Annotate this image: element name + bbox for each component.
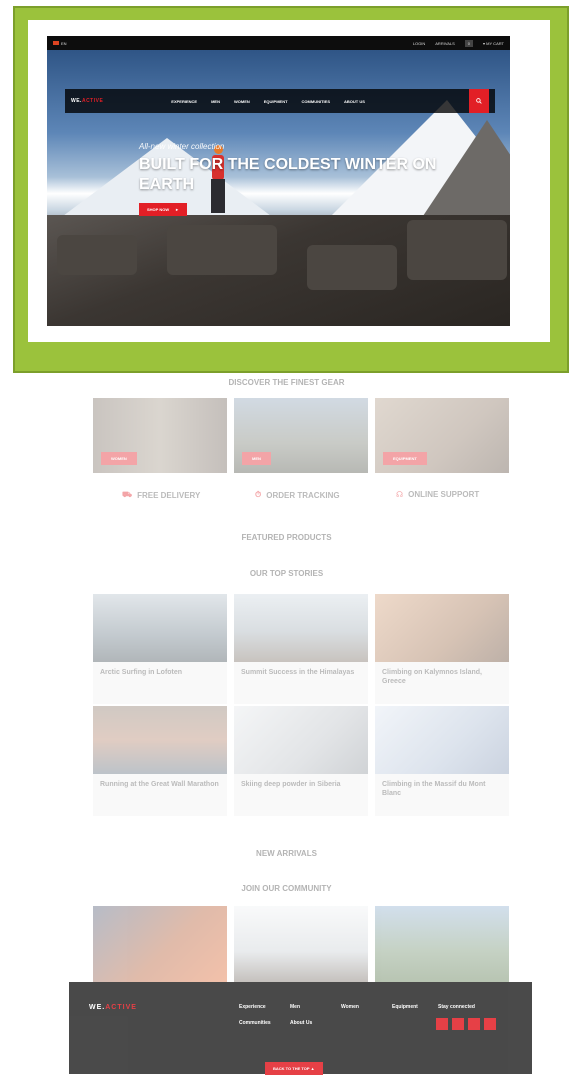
hero-banner: WE.ACTIVE EXPERIENCE MEN WOMEN EQUIPMENT… xyxy=(47,50,510,326)
language-selector[interactable]: EN xyxy=(53,41,67,46)
community-card[interactable] xyxy=(93,906,227,982)
top-bar: EN LOGIN ARRIVALS 0 ▾ MY CART xyxy=(47,36,510,50)
discover-heading: DISCOVER THE FINEST GEAR xyxy=(228,378,345,387)
main-navigation: WE.ACTIVE EXPERIENCE MEN WOMEN EQUIPMENT… xyxy=(65,89,495,113)
footer-logo-b: ACTIVE xyxy=(105,1004,137,1011)
gear-card-equipment[interactable]: EQUIPMENT xyxy=(375,398,509,473)
truck-icon: ⛟ xyxy=(122,490,133,499)
shop-now-label: SHOP NOW xyxy=(147,207,170,212)
gear-card-label: WOMEN xyxy=(101,452,137,465)
stay-connected-label: Stay connected xyxy=(438,1004,475,1010)
my-cart-label: MY CART xyxy=(486,40,504,46)
community-card[interactable] xyxy=(234,906,368,982)
rocks-foreground xyxy=(47,215,510,326)
story-image xyxy=(93,706,227,774)
featured-products-heading: FEATURED PRODUCTS xyxy=(241,533,332,542)
twitter-icon[interactable] xyxy=(452,1018,464,1030)
nav-communities[interactable]: COMMUNITIES xyxy=(302,99,330,104)
arrivals-link[interactable]: ARRIVALS xyxy=(435,41,455,46)
story-card[interactable]: Climbing on Kalymnos Island, Greece xyxy=(375,594,509,704)
nav-equipment[interactable]: EQUIPMENT xyxy=(264,99,288,104)
login-link[interactable]: LOGIN xyxy=(413,41,425,46)
stopwatch-icon: ⏱ xyxy=(255,490,262,499)
feature-free-delivery: ⛟ FREE DELIVERY xyxy=(122,490,200,500)
gear-card-label: EQUIPMENT xyxy=(383,452,427,465)
footer-logo-a: WE. xyxy=(89,1004,106,1011)
faded-page-body: DISCOVER THE FINEST GEAR WOMEN MEN EQUIP… xyxy=(0,373,573,1074)
shop-now-button[interactable]: SHOP NOW ► xyxy=(139,203,188,216)
story-image xyxy=(234,706,368,774)
footer-link-about-us[interactable]: About Us xyxy=(290,1020,312,1026)
footer-link-communities[interactable]: Communities xyxy=(239,1020,271,1026)
logo-text-b: ACTIVE xyxy=(81,98,104,104)
feature-label: ORDER TRACKING xyxy=(266,490,340,500)
hero-subtitle: All-new winter collection xyxy=(139,142,225,151)
gear-card-label: MEN xyxy=(242,452,271,465)
site-logo[interactable]: WE.ACTIVE xyxy=(71,98,103,104)
nav-women[interactable]: WOMEN xyxy=(234,99,250,104)
story-card[interactable]: Running at the Great Wall Marathon xyxy=(93,706,227,816)
pinterest-icon[interactable] xyxy=(468,1018,480,1030)
feature-label: ONLINE SUPPORT xyxy=(408,490,480,499)
story-image xyxy=(375,594,509,662)
hero-title: BUILT FOR THE COLDEST WINTER ON EARTH xyxy=(139,156,437,193)
cart-icon: ▾ xyxy=(483,40,486,46)
story-title: Skiing deep powder in Siberia xyxy=(241,781,341,788)
nav-about-us[interactable]: ABOUT US xyxy=(344,99,365,104)
story-card[interactable]: Climbing in the Massif du Mont Blanc xyxy=(375,706,509,816)
story-image xyxy=(375,706,509,774)
my-cart-link[interactable]: ▾ MY CART xyxy=(483,41,504,46)
cart-count-badge: 0 xyxy=(464,39,473,47)
feature-online-support: ☊ ONLINE SUPPORT xyxy=(396,490,479,499)
footer-logo[interactable]: WE.ACTIVE xyxy=(89,1004,137,1011)
arrow-right-icon: ► xyxy=(175,207,180,212)
social-icons xyxy=(436,1018,496,1030)
story-title: Running at the Great Wall Marathon xyxy=(100,781,219,788)
new-arrivals-heading: NEW ARRIVALS xyxy=(256,849,317,858)
headset-icon: ☊ xyxy=(396,490,404,499)
story-title: Summit Success in the Himalayas xyxy=(241,669,355,676)
story-image xyxy=(93,594,227,662)
highlight-frame: EN LOGIN ARRIVALS 0 ▾ MY CART WE.ACTIVE … xyxy=(13,6,569,373)
gear-card-women[interactable]: WOMEN xyxy=(93,398,227,473)
footer-link-equipment[interactable]: Equipment xyxy=(392,1004,418,1010)
back-to-top-button[interactable]: BACK TO THE TOP ▲ xyxy=(265,1062,323,1075)
story-title: Climbing on Kalymnos Island, Greece xyxy=(382,669,482,685)
community-card[interactable] xyxy=(375,906,509,982)
facebook-icon[interactable] xyxy=(436,1018,448,1030)
feature-label: FREE DELIVERY xyxy=(137,490,201,500)
top-stories-heading: OUR TOP STORIES xyxy=(249,569,324,578)
footer-link-men[interactable]: Men xyxy=(290,1004,300,1010)
story-card[interactable]: Arctic Surfing in Lofoten xyxy=(93,594,227,704)
language-label: EN xyxy=(61,40,67,46)
gear-card-men[interactable]: MEN xyxy=(234,398,368,473)
site-footer: WE.ACTIVE Experience Men Women Equipment… xyxy=(69,982,532,1075)
search-button[interactable] xyxy=(469,89,489,113)
feature-order-tracking: ⏱ ORDER TRACKING xyxy=(255,490,340,500)
back-to-top-label: BACK TO THE TOP xyxy=(273,1066,310,1071)
hero-text: All-new winter collection BUILT FOR THE … xyxy=(139,142,459,216)
footer-link-women[interactable]: Women xyxy=(341,1004,359,1010)
nav-experience[interactable]: EXPERIENCE xyxy=(171,99,197,104)
flag-icon xyxy=(53,41,59,45)
youtube-icon[interactable] xyxy=(484,1018,496,1030)
story-title: Climbing in the Massif du Mont Blanc xyxy=(382,781,486,797)
highlight-frame-inner: EN LOGIN ARRIVALS 0 ▾ MY CART WE.ACTIVE … xyxy=(28,20,550,342)
search-icon xyxy=(476,98,482,104)
nav-men[interactable]: MEN xyxy=(211,99,220,104)
logo-text-a: WE. xyxy=(71,98,82,104)
join-community-heading: JOIN OUR COMMUNITY xyxy=(241,884,332,893)
story-title: Arctic Surfing in Lofoten xyxy=(100,669,183,676)
footer-link-experience[interactable]: Experience xyxy=(239,1004,266,1010)
story-card[interactable]: Summit Success in the Himalayas xyxy=(234,594,368,704)
story-card[interactable]: Skiing deep powder in Siberia xyxy=(234,706,368,816)
website-header: EN LOGIN ARRIVALS 0 ▾ MY CART WE.ACTIVE … xyxy=(47,36,510,326)
story-image xyxy=(234,594,368,662)
